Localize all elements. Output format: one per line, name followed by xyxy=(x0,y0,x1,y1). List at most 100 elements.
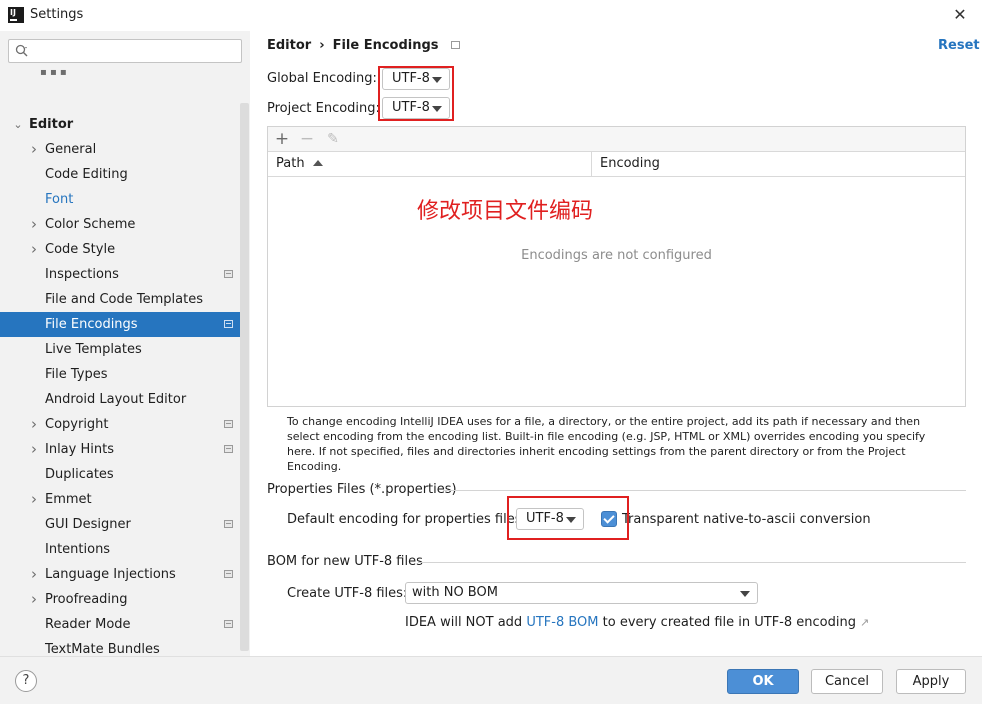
sidebar-item-label: File Encodings xyxy=(45,317,138,332)
section-divider xyxy=(418,562,966,563)
sidebar-item-label: Duplicates xyxy=(45,467,114,482)
cancel-button[interactable]: Cancel xyxy=(811,669,883,694)
sidebar-item-proofreading[interactable]: › Proofreading xyxy=(0,587,240,612)
add-icon[interactable]: + xyxy=(273,129,291,149)
sidebar-item-label: Code Editing xyxy=(45,167,128,182)
title-bar: Settings ✕ xyxy=(0,0,982,31)
chevron-down-icon[interactable]: ⌄ xyxy=(12,112,24,137)
chevron-right-icon[interactable]: › xyxy=(28,437,40,462)
sidebar-item-label: Inspections xyxy=(45,267,119,282)
sidebar-item-reader-mode[interactable]: Reader Mode xyxy=(0,612,240,637)
sidebar-item-label: Live Templates xyxy=(45,342,142,357)
sidebar-item-inlay-hints[interactable]: › Inlay Hints xyxy=(0,437,240,462)
sidebar-item-label: Reader Mode xyxy=(45,617,131,632)
bom-note-suffix: to every created file in UTF-8 encoding xyxy=(602,615,856,630)
native-to-ascii-label[interactable]: Transparent native-to-ascii conversion xyxy=(622,512,871,527)
settings-search[interactable] xyxy=(8,39,242,63)
sidebar-item-live-templates[interactable]: Live Templates xyxy=(0,337,240,362)
bom-section-title: BOM for new UTF-8 files xyxy=(267,554,423,569)
project-scope-icon xyxy=(224,620,233,628)
edit-icon[interactable]: ✎ xyxy=(324,129,342,149)
intellij-app-icon xyxy=(8,7,24,23)
sidebar-item-gui-designer[interactable]: GUI Designer xyxy=(0,512,240,537)
dialog-footer: ? OK Cancel Apply xyxy=(0,656,982,704)
chevron-right-icon[interactable]: › xyxy=(28,562,40,587)
project-scope-icon xyxy=(224,445,233,453)
breadcrumb-separator: › xyxy=(319,38,325,53)
window-title: Settings xyxy=(30,7,84,22)
bom-note-prefix: IDEA will NOT add xyxy=(405,615,523,630)
red-highlight-box xyxy=(507,496,629,540)
sort-ascending-icon xyxy=(312,160,323,166)
breadcrumb-current: File Encodings xyxy=(332,38,439,53)
sidebar-item-label: General xyxy=(45,142,97,157)
sidebar-item-file-encodings[interactable]: File Encodings xyxy=(0,312,240,337)
red-highlight-box xyxy=(378,66,454,121)
encodings-table: + − ✎ Path Encoding 修改项目文件编码 Encodings a… xyxy=(267,126,966,407)
global-encoding-label: Global Encoding: xyxy=(267,71,377,86)
sidebar-item-inspections[interactable]: Inspections xyxy=(0,262,240,287)
breadcrumb-parent[interactable]: Editor xyxy=(267,38,311,53)
project-scope-icon xyxy=(224,570,233,578)
sidebar-item-label: Proofreading xyxy=(45,592,128,607)
column-header-encoding[interactable]: Encoding xyxy=(592,152,965,177)
sidebar-item-code-editing[interactable]: Code Editing xyxy=(0,162,240,187)
reset-link[interactable]: Reset xyxy=(938,38,980,53)
sidebar-item-file-and-code-templates[interactable]: File and Code Templates xyxy=(0,287,240,312)
chevron-right-icon[interactable]: › xyxy=(28,137,40,162)
ok-button[interactable]: OK xyxy=(727,669,799,694)
sidebar-item-general[interactable]: › General xyxy=(0,137,240,162)
project-scope-icon xyxy=(224,320,233,328)
section-divider xyxy=(443,490,966,491)
properties-section-title: Properties Files (*.properties) xyxy=(267,482,457,497)
sidebar-item-label: Code Style xyxy=(45,242,116,257)
sidebar-item-duplicates[interactable]: Duplicates xyxy=(0,462,240,487)
utf8-bom-link[interactable]: UTF-8 BOM xyxy=(526,615,598,630)
sidebar-item-textmate-bundles[interactable]: TextMate Bundles xyxy=(0,637,240,656)
bom-mode-combo[interactable]: with NO BOM xyxy=(405,582,758,604)
sidebar-item-font[interactable]: Font xyxy=(0,187,240,212)
project-scope-icon xyxy=(224,420,233,428)
sidebar-item-label: GUI Designer xyxy=(45,517,131,532)
project-scope-icon xyxy=(224,270,233,278)
search-icon xyxy=(15,44,28,57)
sidebar-item-label: Font xyxy=(45,192,74,207)
sidebar-item-copyright[interactable]: › Copyright xyxy=(0,412,240,437)
main-panel: Editor › File Encodings Reset Global Encod… xyxy=(250,31,982,656)
sidebar-item-label: Color Scheme xyxy=(45,217,136,232)
table-toolbar: + − ✎ xyxy=(268,127,965,152)
chevron-right-icon[interactable]: › xyxy=(28,487,40,512)
search-input[interactable] xyxy=(33,42,237,60)
sidebar-item-file-types[interactable]: File Types xyxy=(0,362,240,387)
chevron-right-icon[interactable]: › xyxy=(28,212,40,237)
external-link-icon: ↗ xyxy=(859,616,870,629)
sidebar-item-intentions[interactable]: Intentions xyxy=(0,537,240,562)
properties-default-label: Default encoding for properties files: xyxy=(287,512,526,527)
sidebar-item-language-injections[interactable]: › Language Injections xyxy=(0,562,240,587)
sidebar-item-label: File Types xyxy=(45,367,108,382)
column-header-label: Path xyxy=(276,156,305,171)
breadcrumb: Editor › File Encodings xyxy=(267,38,460,53)
sidebar-item-color-scheme[interactable]: › Color Scheme xyxy=(0,212,240,237)
column-header-path[interactable]: Path xyxy=(268,152,592,177)
sidebar-item-label: Language Injections xyxy=(45,567,176,582)
chevron-right-icon[interactable]: › xyxy=(28,587,40,612)
sidebar-item-emmet[interactable]: › Emmet xyxy=(0,487,240,512)
create-utf8-label: Create UTF-8 files: xyxy=(287,586,408,601)
sidebar-item-label: Copyright xyxy=(45,417,109,432)
sidebar-scrollbar[interactable] xyxy=(240,103,249,651)
chevron-right-icon[interactable]: › xyxy=(28,237,40,262)
apply-button[interactable]: Apply xyxy=(896,669,966,694)
chevron-right-icon[interactable]: › xyxy=(28,412,40,437)
sidebar-item-code-style[interactable]: › Code Style xyxy=(0,237,240,262)
close-icon[interactable]: ✕ xyxy=(950,5,970,25)
project-scope-icon xyxy=(450,41,460,49)
project-scope-icon xyxy=(224,520,233,528)
help-icon[interactable]: ? xyxy=(15,670,37,692)
sidebar-item-label: Inlay Hints xyxy=(45,442,114,457)
remove-icon[interactable]: − xyxy=(298,129,316,149)
sidebar-item-android-layout-editor[interactable]: Android Layout Editor xyxy=(0,387,240,412)
sidebar-item-label: Emmet xyxy=(45,492,92,507)
tree-group-editor[interactable]: ⌄ Editor xyxy=(0,112,240,137)
sidebar-item-label: Intentions xyxy=(45,542,111,557)
